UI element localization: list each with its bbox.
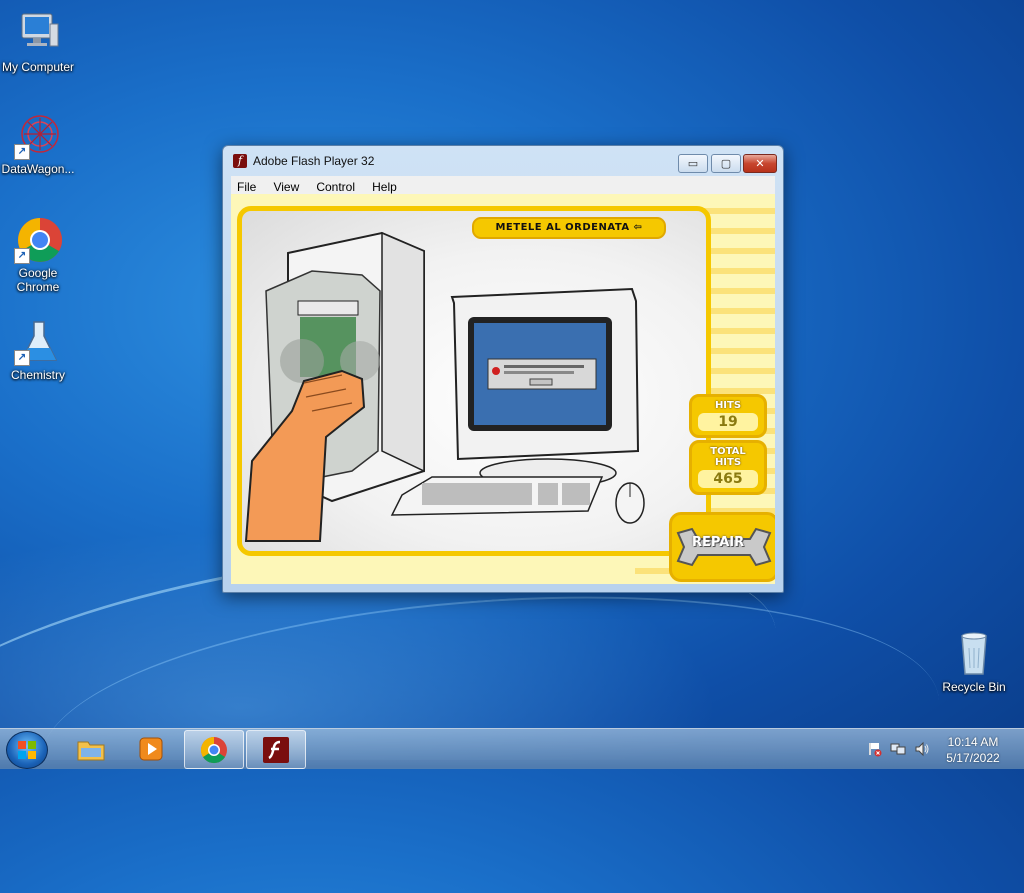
clock-date: 5/17/2022	[946, 751, 1000, 765]
taskbar-chrome[interactable]	[184, 730, 244, 769]
flash-icon	[263, 737, 289, 763]
recycle-bin-icon	[950, 630, 998, 678]
hits-label: HITS	[714, 400, 742, 411]
banner-text: METELE AL ORDENATA	[495, 222, 630, 233]
total-hits-value: 465	[698, 470, 758, 488]
desktop-icon-label: Chemistry	[10, 368, 65, 382]
desktop-icon-google-chrome[interactable]: ↗ Google Chrome	[0, 216, 76, 294]
flask-icon: ↗	[14, 318, 62, 366]
taskbar-flash-player[interactable]	[246, 730, 306, 769]
chrome-icon	[200, 736, 227, 764]
desktop-icon-label: DataWagon...	[1, 162, 75, 176]
hits-value: 19	[698, 413, 758, 431]
game-title-banner: METELE AL ORDENATA ⇦	[472, 217, 666, 239]
menu-bar: File View Control Help	[231, 176, 775, 194]
explorer-icon	[77, 741, 105, 761]
desktop-icon-label: My Computer	[1, 60, 75, 74]
taskbar-explorer[interactable]	[62, 730, 120, 767]
close-button[interactable]: ✕	[743, 154, 777, 173]
hits-counter: HITS 19	[689, 394, 767, 438]
desktop-icon-my-computer[interactable]: My Computer	[0, 10, 76, 74]
volume-icon[interactable]	[914, 741, 930, 757]
action-center-flag-icon[interactable]	[866, 741, 882, 757]
desktop-icon-chemistry[interactable]: ↗ Chemistry	[0, 318, 76, 382]
start-button[interactable]	[6, 731, 48, 769]
computer-icon	[14, 10, 62, 58]
clock-time: 10:14 AM	[947, 735, 999, 749]
media-player-icon	[139, 737, 163, 761]
datawagon-icon: ↗	[14, 112, 62, 160]
close-icon: ✕	[755, 157, 765, 170]
minimize-button[interactable]: ▭	[678, 154, 708, 173]
desktop-icon-recycle-bin[interactable]: Recycle Bin	[936, 630, 1012, 694]
window-titlebar[interactable]: f Adobe Flash Player 32 ▭ ▢ ✕	[223, 146, 783, 176]
taskbar-media-player[interactable]	[122, 730, 180, 767]
total-hits-label-1: TOTAL	[710, 446, 746, 457]
shortcut-arrow-icon: ↗	[14, 248, 30, 264]
desktop-icon-label: Google Chrome	[16, 266, 60, 294]
minimize-icon: ▭	[687, 157, 699, 170]
shortcut-arrow-icon: ↗	[14, 144, 30, 160]
flash-player-window[interactable]: f Adobe Flash Player 32 ▭ ▢ ✕ File View …	[222, 145, 784, 593]
total-hits-counter: TOTAL HITS 465	[689, 440, 767, 495]
network-icon[interactable]	[890, 741, 906, 757]
shortcut-arrow-icon: ↗	[14, 350, 30, 366]
windows-logo-icon	[18, 741, 36, 759]
computer-illustration	[244, 231, 645, 542]
repair-button[interactable]: REPAIR	[669, 512, 775, 582]
maximize-button[interactable]: ▢	[711, 154, 741, 173]
chrome-icon: ↗	[14, 216, 62, 264]
repair-label: REPAIR	[692, 535, 745, 550]
window-title: Adobe Flash Player 32	[253, 154, 375, 168]
flash-content[interactable]: METELE AL ORDENATA ⇦ HITS 19 TOTAL HITS …	[231, 194, 775, 584]
maximize-icon: ▢	[720, 157, 732, 170]
back-arrow-icon: ⇦	[633, 222, 643, 233]
taskbar: 10:14 AM 5/17/2022	[0, 728, 1024, 769]
flash-icon: f	[233, 154, 247, 168]
desktop-icon-label: Recycle Bin	[942, 680, 1006, 694]
game-stage[interactable]: METELE AL ORDENATA ⇦	[237, 206, 711, 556]
desktop-icon-datawagon[interactable]: ↗ DataWagon...	[0, 112, 76, 176]
system-clock[interactable]: 10:14 AM 5/17/2022	[940, 734, 1006, 766]
total-hits-label-2: HITS	[714, 457, 742, 468]
